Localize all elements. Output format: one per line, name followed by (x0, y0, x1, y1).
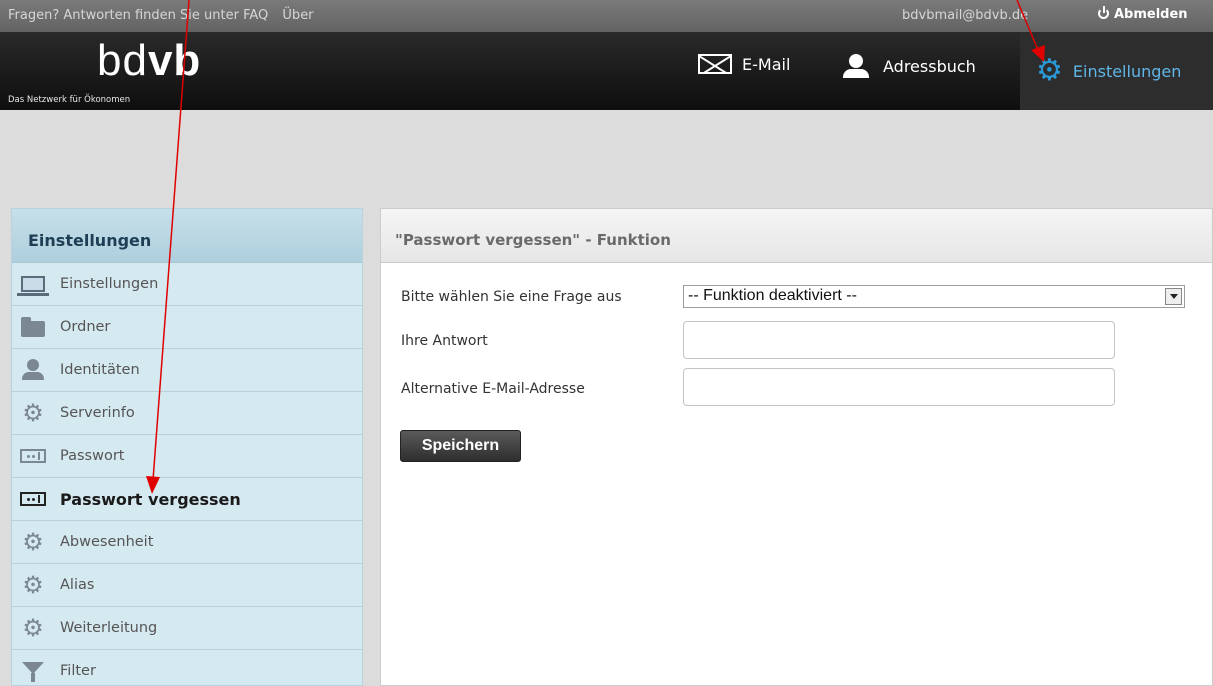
question-select-value: -- Funktion deaktiviert -- (688, 287, 857, 304)
question-label: Bitte wählen Sie eine Frage aus (401, 289, 622, 305)
logout-button[interactable]: Abmelden (1098, 6, 1188, 22)
logo-bold: vb (147, 36, 202, 85)
person-icon (843, 54, 869, 78)
sidebar-item-label: Alias (60, 577, 95, 593)
about-link[interactable]: Über (282, 8, 313, 23)
sidebar-item-label: Filter (60, 663, 96, 679)
logout-label: Abmelden (1114, 7, 1188, 22)
nav-addressbook[interactable]: Adressbuch (843, 54, 976, 78)
sidebar-item-ordner[interactable]: Ordner (12, 306, 362, 349)
sidebar-item-weiterleitung[interactable]: ⚙ Weiterleitung (12, 607, 362, 650)
sidebar-item-label: Ordner (60, 319, 111, 335)
sidebar-item-label: Serverinfo (60, 405, 135, 421)
nav-email-label: E-Mail (742, 54, 791, 74)
header: bdvb Das Netzwerk für Ökonomen E-Mail Ad… (0, 32, 1213, 110)
settings-sidebar: Einstellungen Einstellungen Ordner Ident… (11, 208, 363, 686)
sidebar-item-alias[interactable]: ⚙ Alias (12, 564, 362, 607)
gear-icon: ⚙ (22, 614, 44, 642)
sidebar-item-abwesenheit[interactable]: ⚙ Abwesenheit (12, 521, 362, 564)
laptop-icon (17, 276, 49, 296)
sidebar-item-label: Passwort vergessen (60, 489, 241, 509)
alt-email-input[interactable] (683, 368, 1115, 406)
nav-email[interactable]: E-Mail (698, 54, 790, 74)
sidebar-item-label: Weiterleitung (60, 620, 158, 636)
folder-icon (21, 317, 45, 337)
filter-icon (22, 662, 44, 682)
top-bar: Fragen? Antworten finden Sie unter FAQ Ü… (0, 0, 1213, 32)
user-icon (22, 359, 44, 381)
password-icon (20, 449, 46, 463)
panel-title: "Passwort vergessen" - Funktion (381, 209, 1212, 263)
forgot-password-panel: "Passwort vergessen" - Funktion Bitte wä… (380, 208, 1213, 686)
password-icon (20, 492, 46, 506)
faq-link[interactable]: Fragen? Antworten finden Sie unter FAQ (8, 8, 268, 23)
sidebar-item-label: Identitäten (60, 362, 140, 378)
sidebar-item-filter[interactable]: Filter (12, 650, 362, 686)
gear-icon: ⚙ (22, 399, 44, 427)
power-icon (1098, 6, 1109, 19)
nav-settings-label: Einstellungen (1072, 61, 1182, 81)
sidebar-item-identitaeten[interactable]: Identitäten (12, 349, 362, 392)
sidebar-item-label: Einstellungen (60, 276, 159, 292)
sidebar-item-passwort-vergessen[interactable]: Passwort vergessen (12, 478, 362, 521)
answer-label: Ihre Antwort (401, 333, 488, 349)
top-links: Fragen? Antworten finden Sie unter FAQ Ü… (8, 8, 324, 23)
sidebar-item-einstellungen[interactable]: Einstellungen (12, 263, 362, 306)
question-select[interactable]: -- Funktion deaktiviert -- (683, 285, 1185, 308)
save-button[interactable]: Speichern (400, 430, 521, 462)
user-email: bdvbmail@bdvb.de (902, 8, 1029, 23)
gear-icon: ⚙ (22, 571, 44, 599)
logo[interactable]: bdvb (97, 38, 201, 84)
nav-addressbook-label: Adressbuch (883, 56, 976, 76)
sidebar-item-serverinfo[interactable]: ⚙ Serverinfo (12, 392, 362, 435)
alt-email-label: Alternative E-Mail-Adresse (401, 381, 585, 397)
sidebar-item-passwort[interactable]: Passwort (12, 435, 362, 478)
chevron-down-icon[interactable] (1165, 288, 1182, 305)
gear-icon: ⚙ (1036, 53, 1063, 88)
sidebar-item-label: Passwort (60, 448, 125, 464)
sidebar-item-label: Abwesenheit (60, 534, 154, 550)
answer-input[interactable] (683, 321, 1115, 359)
sidebar-title: Einstellungen (12, 209, 362, 263)
nav-settings[interactable]: ⚙ Einstellungen (1020, 32, 1213, 110)
tagline: Das Netzwerk für Ökonomen (8, 95, 131, 105)
gear-icon: ⚙ (22, 528, 44, 556)
logo-thin: bd (97, 36, 148, 85)
envelope-icon (698, 54, 732, 74)
